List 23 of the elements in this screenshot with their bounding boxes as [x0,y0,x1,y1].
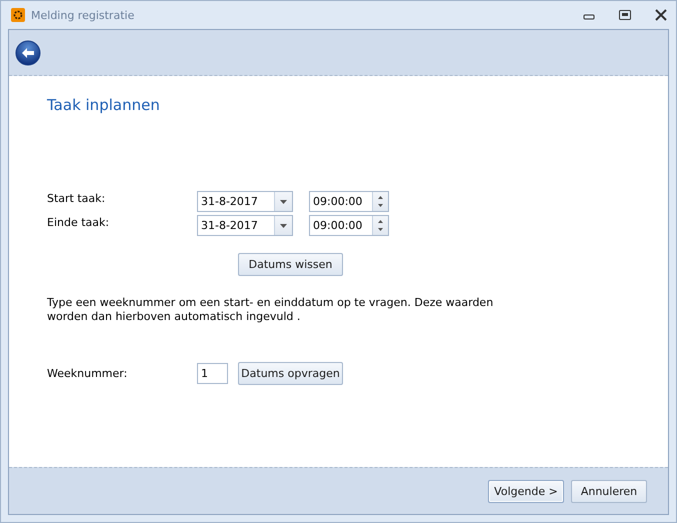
field-label: Einde taak: [47,215,110,229]
instructions-text: Type een weeknummer om een start- en einddatum op te vragen. Deze waarden worden dan hierboven automatisch ingevuld . [47,296,494,324]
back-icon[interactable] [15,40,41,66]
time-field[interactable]: 09:00:00 [309,215,389,236]
date-field[interactable]: 31-8-2017 [197,191,293,212]
page-heading: Taak inplannen [47,96,161,114]
spinner-icon[interactable] [378,220,383,231]
dropdown-icon[interactable] [280,224,287,228]
dropdown-icon[interactable] [280,200,287,204]
request-dates-button[interactable]: Datums opvragen [238,362,343,385]
week-number-field[interactable]: 1 [197,363,228,384]
close-icon[interactable] [654,9,668,21]
time-field[interactable]: 09:00:00 [309,191,389,212]
footer-button[interactable]: Volgende > [488,480,564,502]
date-field[interactable]: 31-8-2017 [197,215,293,236]
app-icon [11,8,25,22]
footer-button[interactable]: Annuleren [571,480,647,502]
clear-dates-button[interactable]: Datums wissen [238,253,343,276]
field-label: Weeknummer: [47,367,128,380]
spinner-icon[interactable] [378,196,383,207]
window-title: Melding registratie [31,8,136,22]
field-label: Start taak: [47,191,106,205]
maximize-icon[interactable] [618,9,632,21]
